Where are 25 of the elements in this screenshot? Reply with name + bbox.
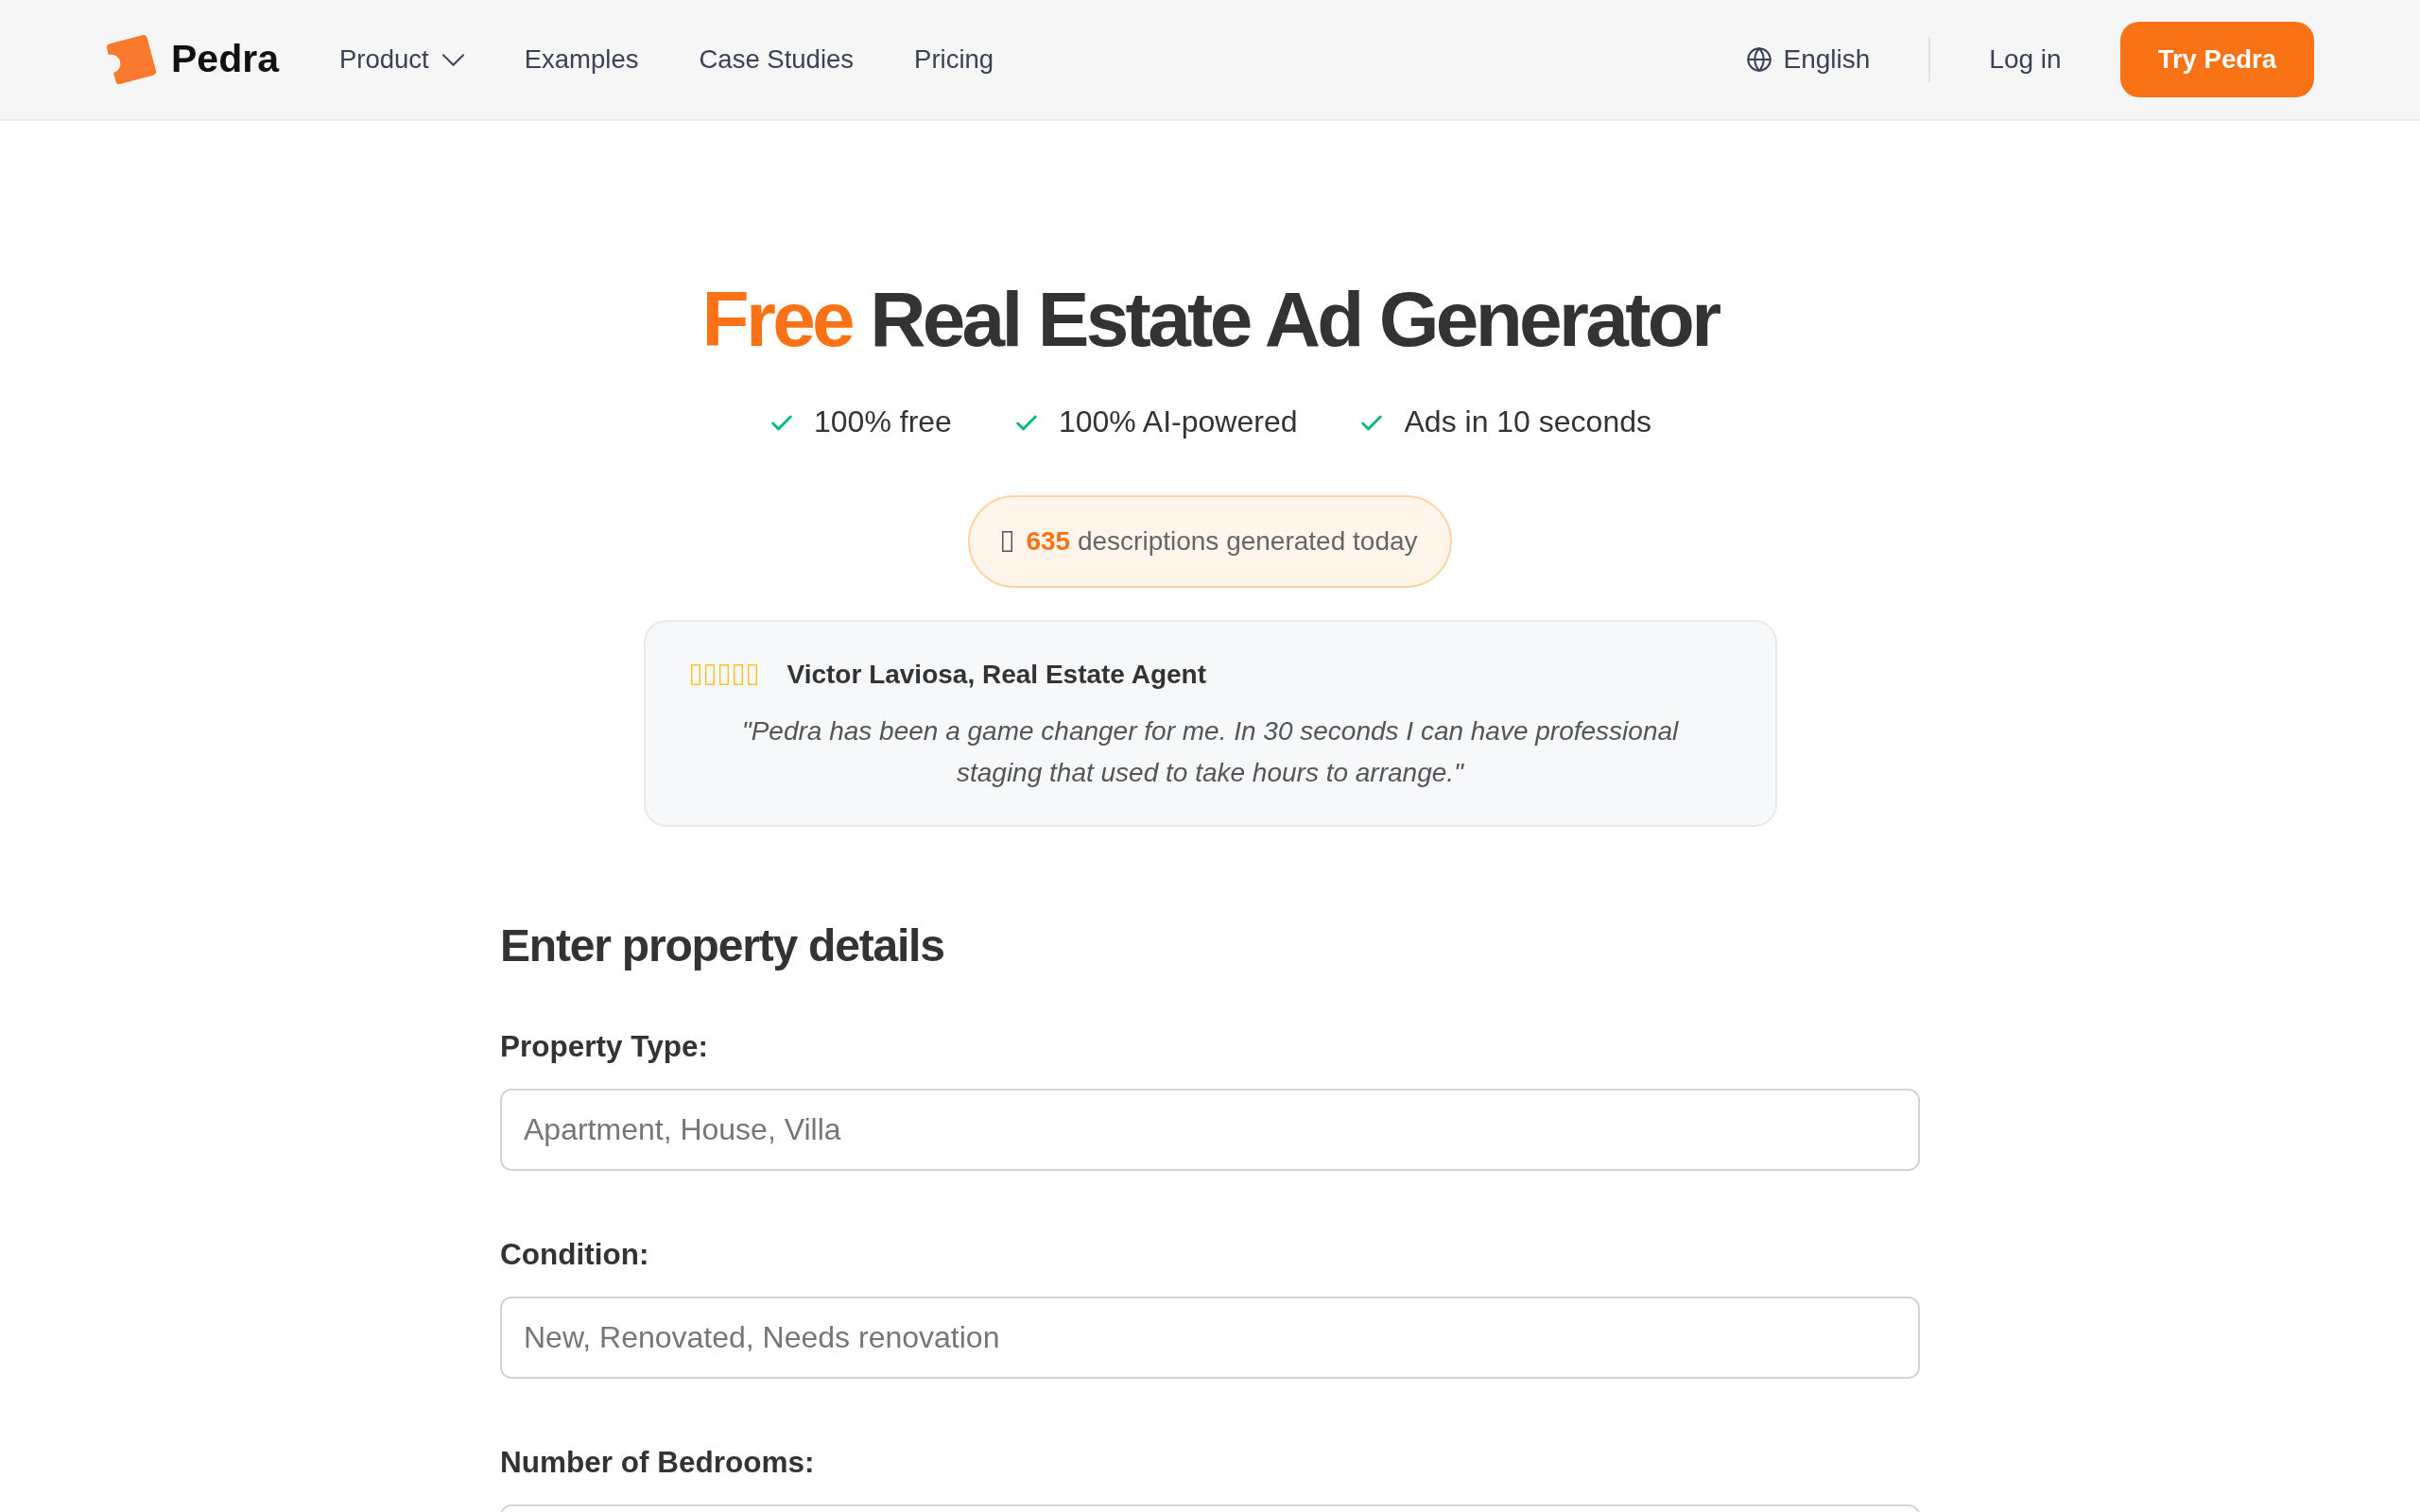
field-label: Condition: — [500, 1237, 650, 1271]
glyph-box-icon — [1002, 531, 1013, 552]
feature-text: Ads in 10 seconds — [1404, 404, 1651, 440]
counter-text: 635 descriptions generated today — [1026, 525, 1418, 558]
field-label: Property Type: — [500, 1029, 709, 1063]
globe-icon — [1745, 46, 1772, 73]
nav-link[interactable]: Case Studies — [699, 40, 855, 79]
glyph-boxes-icon — [690, 664, 757, 685]
section-heading: Enter property details — [500, 919, 945, 972]
testimonial-author: Victor Laviosa, Real Estate Agent — [786, 659, 1206, 691]
login-link[interactable]: Log in — [1989, 40, 2062, 79]
page-title: Free Real Estate Ad Generator — [701, 275, 1719, 364]
feature-text: 100% free — [814, 404, 952, 440]
nav-link[interactable]: Examples — [524, 40, 639, 79]
input-field[interactable]: New, Renovated, Needs renovation — [500, 1297, 1920, 1379]
nav-dropdown[interactable]: Product — [338, 40, 464, 79]
nav-link[interactable]: Pricing — [914, 40, 994, 79]
chevron-down-icon — [441, 53, 464, 66]
logo-link[interactable]: Pedra — [106, 30, 279, 89]
language-selector[interactable]: English — [1745, 40, 1871, 79]
input-field[interactable]: Apartment, House, Villa — [500, 1089, 1920, 1171]
testimonial-quote: "Pedra has been a game changer for me. In 30 seconds I can have professional staging that used to take hours to arrange." — [740, 715, 1680, 789]
field-label: Number of Bedrooms: — [500, 1445, 816, 1479]
feature-text: 100% AI-powered — [1058, 404, 1298, 440]
logo-icon — [106, 34, 157, 85]
